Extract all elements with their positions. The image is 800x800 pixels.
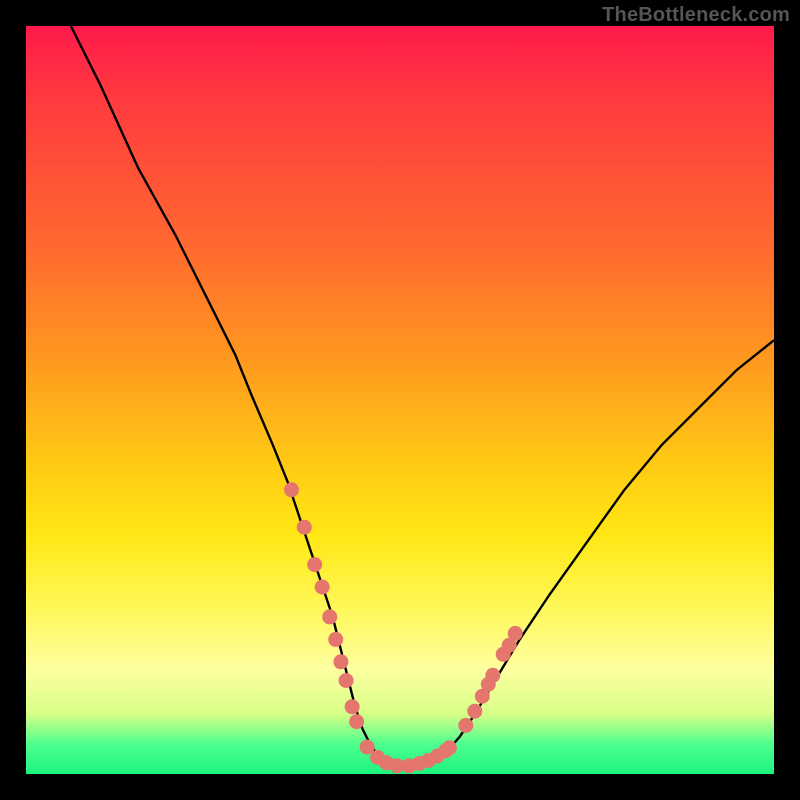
data-point xyxy=(345,699,360,714)
data-point xyxy=(297,520,312,535)
data-point xyxy=(485,668,500,683)
data-point xyxy=(349,714,364,729)
data-point xyxy=(307,557,322,572)
data-point xyxy=(315,580,330,595)
data-point xyxy=(322,609,337,624)
plot-area xyxy=(26,26,774,774)
data-point xyxy=(328,632,343,647)
data-point xyxy=(458,718,473,733)
data-point xyxy=(339,673,354,688)
watermark-text: TheBottleneck.com xyxy=(602,4,790,27)
chart-frame: TheBottleneck.com xyxy=(0,0,800,800)
data-point xyxy=(333,654,348,669)
chart-svg xyxy=(26,26,774,774)
data-point xyxy=(284,482,299,497)
highlighted-points xyxy=(284,482,523,773)
bottleneck-curve xyxy=(71,26,774,767)
data-point xyxy=(508,626,523,641)
data-point xyxy=(442,740,457,755)
data-point xyxy=(467,704,482,719)
